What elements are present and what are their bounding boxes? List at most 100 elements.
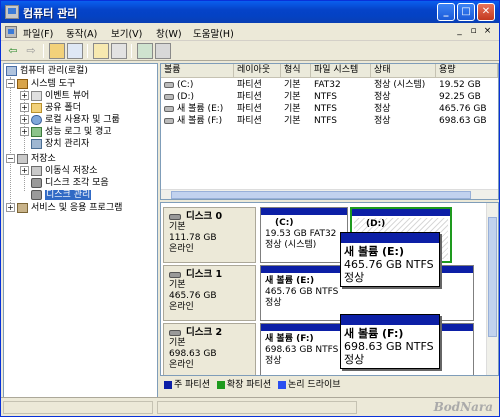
tree-item-removable-storage[interactable]: + 이동식 저장소 [20, 165, 98, 177]
column-header-type[interactable]: 형식 [281, 64, 311, 78]
back-icon[interactable]: ⇦ [5, 43, 21, 59]
menu-window[interactable]: 창(W) [156, 26, 182, 40]
child-minimize-button[interactable]: _ [453, 25, 466, 38]
layout-cell: 파티션 [237, 104, 262, 114]
disk-name: 디스크 2 [186, 327, 223, 338]
tree-item-shared-folders[interactable]: + 공유 폴더 [20, 102, 81, 114]
expand-icon[interactable]: + [20, 166, 29, 175]
column-header-capacity[interactable]: 용량 [436, 64, 498, 78]
status-cell: 정상 (시스템) [374, 80, 426, 90]
vertical-scrollbar[interactable] [486, 203, 498, 375]
partition-name: 새 볼륨 (F:) [265, 334, 314, 344]
tree-item-local-users[interactable]: + 로컬 사용자 및 그룹 [20, 114, 120, 126]
tree-item-label: 이벤트 뷰어 [45, 91, 90, 101]
primary-partition-bar [341, 233, 439, 243]
forward-icon[interactable]: ⇨ [23, 43, 39, 59]
filesystem-cell: FAT32 [314, 80, 341, 90]
refresh-icon[interactable] [137, 43, 153, 59]
disk-size: 111.78 GB [169, 233, 217, 243]
tree-item-root[interactable]: 컴퓨터 관리(로컬) [6, 65, 88, 77]
disk-graphical-view: 디스크 0 기본 111.78 GB 온라인 (C:) 19.53 GB FAT… [160, 202, 499, 376]
type-cell: 기본 [284, 104, 301, 114]
column-header-filesystem[interactable]: 파일 시스템 [311, 64, 371, 78]
layout-cell: 파티션 [237, 80, 262, 90]
legend-logical: 논리 드라이브 [288, 380, 341, 390]
help-icon[interactable] [93, 43, 109, 59]
menu-file[interactable]: 파일(F) [23, 26, 53, 40]
column-header-volume[interactable]: 볼륨 [161, 64, 234, 78]
tree-item-label: 서비스 및 응용 프로그램 [31, 203, 123, 213]
tree-item-device-manager[interactable]: 장치 관리자 [31, 138, 89, 150]
zoom-callout-f: 새 볼륨 (F:) 698.63 GB NTFS 정상 [340, 314, 440, 369]
tree-item-event-viewer[interactable]: + 이벤트 뷰어 [20, 90, 89, 102]
minimize-button[interactable]: _ [437, 3, 455, 21]
expand-icon[interactable]: + [20, 127, 29, 136]
child-close-button[interactable]: × [481, 25, 494, 38]
table-row[interactable]: (C:) 파티션 기본 FAT32 정상 (시스템) 19.52 GB [161, 79, 498, 91]
disk-icon [169, 213, 181, 220]
title-bar[interactable]: 컴퓨터 관리 _ □ ✕ [1, 1, 499, 23]
collapse-icon[interactable]: − [6, 154, 15, 163]
shared-folder-icon [31, 102, 42, 113]
drive-icon [164, 105, 174, 112]
legend-extended: 확장 파티션 [226, 380, 272, 390]
services-icon [17, 202, 28, 213]
partition-status: 정상 [265, 356, 282, 366]
partition-status: 정상 [265, 298, 282, 308]
partition-size: 19.53 GB FAT32 [265, 229, 337, 239]
tree-item-performance-logs[interactable]: + 성능 로그 및 경고 [20, 126, 112, 138]
collapse-icon[interactable]: − [6, 79, 15, 88]
computer-icon [6, 65, 17, 76]
tree-item-storage[interactable]: − 저장소 [6, 153, 56, 165]
tree-item-system-tools[interactable]: − 시스템 도구 [6, 78, 75, 90]
partition-size: 465.76 GB NTFS [265, 287, 339, 297]
disk-1-label[interactable]: 디스크 1 기본 465.76 GB 온라인 [163, 265, 256, 321]
tree-item-defrag[interactable]: 디스크 조각 모음 [31, 177, 109, 189]
close-button[interactable]: ✕ [477, 3, 495, 21]
tree-item-label: 디스크 관리 [45, 190, 92, 200]
extended-partition-swatch [216, 380, 225, 389]
tree-item-label: 장치 관리자 [45, 139, 90, 149]
table-row[interactable]: 새 볼륨 (F:) 파티션 기본 NTFS 정상 698.63 GB [161, 115, 498, 127]
table-row[interactable]: (D:) 파티션 기본 NTFS 정상 92.25 GB [161, 91, 498, 103]
child-restore-button[interactable]: ▫ [467, 25, 480, 38]
disk-0-label[interactable]: 디스크 0 기본 111.78 GB 온라인 [163, 207, 256, 263]
horizontal-scrollbar[interactable] [161, 189, 498, 199]
document-icon[interactable] [5, 26, 17, 38]
logical-drive-swatch [278, 380, 286, 389]
up-folder-icon[interactable] [49, 43, 65, 59]
menu-help[interactable]: 도움말(H) [193, 26, 234, 40]
maximize-button[interactable]: □ [457, 3, 475, 21]
column-header-layout[interactable]: 레이아웃 [234, 64, 281, 78]
menu-bar: 파일(F) 동작(A) 보기(V) 창(W) 도움말(H) _ ▫ × [1, 23, 499, 41]
layout-cell: 파티션 [237, 92, 262, 102]
tree-item-label: 성능 로그 및 경고 [45, 127, 112, 137]
toolbar: ⇦ ⇨ [1, 41, 499, 61]
properties-icon[interactable] [111, 43, 127, 59]
callout-partition-size: 465.76 GB NTFS [344, 258, 434, 271]
expand-icon[interactable]: + [20, 103, 29, 112]
expand-icon[interactable]: + [20, 91, 29, 100]
export-list-icon[interactable] [155, 43, 171, 59]
status-cell: 정상 [374, 116, 391, 126]
menu-view[interactable]: 보기(V) [111, 26, 142, 40]
type-cell: 기본 [284, 80, 301, 90]
callout-partition-name: 새 볼륨 (E:) [344, 245, 404, 258]
volume-cell: (D:) [161, 91, 234, 103]
tools-icon [17, 78, 28, 89]
menu-action[interactable]: 동작(A) [66, 26, 97, 40]
scrollbar-thumb[interactable] [488, 217, 497, 337]
table-row[interactable]: 새 볼륨 (E:) 파티션 기본 NTFS 정상 465.76 GB [161, 103, 498, 115]
partition-c[interactable]: (C:) 19.53 GB FAT32 정상 (시스템) [260, 207, 348, 263]
scrollbar-thumb[interactable] [171, 191, 471, 199]
disk-name: 디스크 1 [186, 269, 223, 280]
status-bar: BodNara [1, 397, 499, 416]
show-hide-tree-icon[interactable] [67, 43, 83, 59]
tree-item-disk-management[interactable]: 디스크 관리 [31, 189, 92, 201]
expand-icon[interactable]: + [20, 115, 29, 124]
tree-item-services[interactable]: + 서비스 및 응용 프로그램 [6, 202, 122, 214]
column-header-status[interactable]: 상태 [371, 64, 436, 78]
tree-item-label: 로컬 사용자 및 그룹 [45, 115, 120, 125]
disk-2-label[interactable]: 디스크 2 기본 698.63 GB 온라인 [163, 323, 256, 375]
expand-icon[interactable]: + [6, 203, 15, 212]
